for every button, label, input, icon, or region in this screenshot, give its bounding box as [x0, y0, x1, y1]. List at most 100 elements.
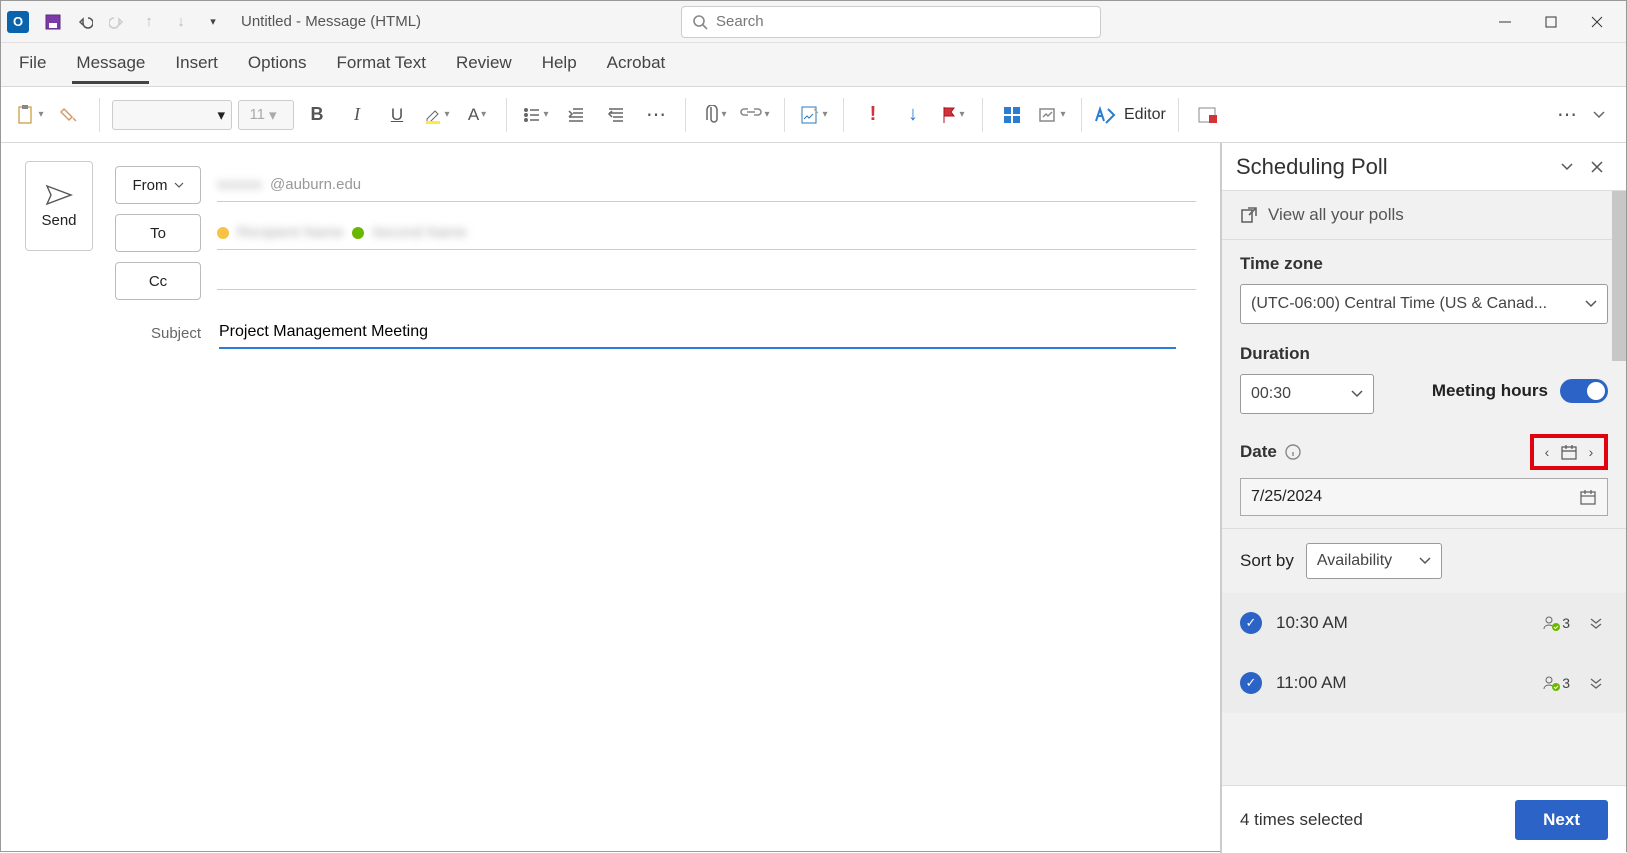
sort-by-select[interactable]: Availability [1306, 543, 1442, 579]
duration-label: Duration [1240, 344, 1374, 364]
panel-header: Scheduling Poll [1222, 143, 1626, 191]
close-button[interactable] [1574, 6, 1620, 38]
ribbon-overflow-button[interactable]: ⋯ [1550, 97, 1584, 133]
importance-high-button[interactable]: ! [856, 97, 890, 133]
panel-title: Scheduling Poll [1236, 154, 1552, 180]
apps-button[interactable] [995, 97, 1029, 133]
attendee-count: 3 [1542, 675, 1570, 691]
signature-button[interactable]: ▾ [797, 97, 831, 133]
checkmark-icon[interactable]: ✓ [1240, 612, 1262, 634]
timeslot-item[interactable]: ✓ 11:00 AM 3 [1222, 653, 1626, 713]
sort-by-label: Sort by [1240, 551, 1294, 571]
cc-button[interactable]: Cc [115, 262, 201, 300]
ribbon-toolbar: ▾ ▾ 11▾ B I U ▾ A▾ ▾ ⋯ ▾ ▾ ▾ ! ↓ ▾ ▾ Edi… [1, 87, 1626, 143]
timeslot-time: 10:30 AM [1276, 613, 1528, 633]
outlook-icon: O [7, 11, 29, 33]
compose-pane: Send From xxxxxx@auburn.edu To R [1, 143, 1220, 853]
checkmark-icon[interactable]: ✓ [1240, 672, 1262, 694]
tab-options[interactable]: Options [244, 45, 311, 84]
bullet-list-button[interactable]: ▾ [519, 97, 553, 133]
maximize-button[interactable] [1528, 6, 1574, 38]
selection-count: 4 times selected [1240, 810, 1363, 830]
tab-help[interactable]: Help [538, 45, 581, 84]
date-nav-highlight: ‹ › [1530, 434, 1608, 470]
editor-icon [1094, 105, 1116, 125]
window-title: Untitled - Message (HTML) [241, 13, 421, 30]
panel-close-button[interactable] [1582, 152, 1612, 182]
immersive-reader-button[interactable] [1191, 97, 1225, 133]
panel-footer: 4 times selected Next [1222, 785, 1626, 853]
font-size-select[interactable]: 11▾ [238, 100, 294, 130]
panel-collapse-button[interactable] [1552, 152, 1582, 182]
timeslot-list: ✓ 10:30 AM 3 ✓ 11:00 AM 3 [1222, 593, 1626, 713]
presence-away-icon [217, 227, 229, 239]
tab-insert[interactable]: Insert [171, 45, 222, 84]
expand-slot-button[interactable] [1584, 677, 1608, 689]
editor-button[interactable]: Editor [1094, 105, 1166, 125]
meeting-hours-toggle-label: Meeting hours [1432, 379, 1608, 403]
subject-input[interactable] [219, 317, 1176, 349]
bold-button[interactable]: B [300, 97, 334, 133]
ribbon-tabs: File Message Insert Options Format Text … [1, 43, 1626, 87]
view-all-polls-link[interactable]: View all your polls [1222, 191, 1626, 240]
main-area: Send From xxxxxx@auburn.edu To R [1, 143, 1626, 853]
indent-button[interactable] [599, 97, 633, 133]
format-painter-button[interactable] [53, 97, 87, 133]
title-bar: O ↑ ↓ ▾ Untitled - Message (HTML) Search [1, 1, 1626, 43]
to-button[interactable]: To [115, 214, 201, 252]
font-color-button[interactable]: A▾ [460, 97, 494, 133]
from-value: xxxxxx@auburn.edu [217, 168, 1196, 202]
from-button[interactable]: From [115, 166, 201, 204]
redo-button[interactable] [103, 8, 131, 36]
meeting-hours-toggle[interactable] [1560, 379, 1608, 403]
chevron-down-icon [1585, 300, 1597, 308]
tab-acrobat[interactable]: Acrobat [603, 45, 670, 84]
outdent-button[interactable] [559, 97, 593, 133]
tab-review[interactable]: Review [452, 45, 516, 84]
expand-slot-button[interactable] [1584, 617, 1608, 629]
attach-file-button[interactable]: ▾ [698, 97, 732, 133]
attendee-count: 3 [1542, 615, 1570, 631]
save-button[interactable] [39, 8, 67, 36]
search-input[interactable]: Search [681, 6, 1101, 38]
cc-field[interactable] [217, 273, 1196, 290]
date-input[interactable]: 7/25/2024 [1240, 478, 1608, 516]
timezone-label: Time zone [1240, 254, 1608, 274]
tab-message[interactable]: Message [72, 45, 149, 84]
minimize-button[interactable] [1482, 6, 1528, 38]
external-link-icon [1240, 206, 1258, 224]
chevron-down-icon [1419, 557, 1431, 565]
info-icon[interactable] [1285, 444, 1301, 460]
today-icon[interactable] [1560, 444, 1578, 460]
date-prev-button[interactable]: ‹ [1538, 441, 1556, 463]
italic-button[interactable]: I [340, 97, 374, 133]
search-icon [692, 14, 708, 30]
ribbon-collapse-button[interactable] [1584, 100, 1614, 130]
font-name-select[interactable]: ▾ [112, 100, 232, 130]
viva-insights-button[interactable]: ▾ [1035, 97, 1069, 133]
underline-button[interactable]: U [380, 97, 414, 133]
to-field[interactable]: Recipient Name Second Name [217, 216, 1196, 250]
next-button[interactable]: Next [1515, 800, 1608, 840]
tab-format-text[interactable]: Format Text [333, 45, 430, 84]
timeslot-item[interactable]: ✓ 10:30 AM 3 [1222, 593, 1626, 653]
link-button[interactable]: ▾ [738, 97, 772, 133]
qat-customize-button[interactable]: ▾ [199, 8, 227, 36]
more-formatting-button[interactable]: ⋯ [639, 97, 673, 133]
date-next-button[interactable]: › [1582, 441, 1600, 463]
follow-up-button[interactable]: ▾ [936, 97, 970, 133]
scrollbar[interactable] [1612, 191, 1626, 361]
undo-button[interactable] [71, 8, 99, 36]
paste-button[interactable]: ▾ [13, 97, 47, 133]
next-item-button[interactable]: ↓ [167, 8, 195, 36]
duration-select[interactable]: 00:30 [1240, 374, 1374, 414]
send-button[interactable]: Send [25, 161, 93, 251]
calendar-icon [1579, 488, 1597, 506]
prev-item-button[interactable]: ↑ [135, 8, 163, 36]
highlight-button[interactable]: ▾ [420, 97, 454, 133]
subject-label: Subject [133, 325, 219, 342]
timezone-select[interactable]: (UTC-06:00) Central Time (US & Canad... [1240, 284, 1608, 324]
tab-file[interactable]: File [15, 45, 50, 84]
importance-low-button[interactable]: ↓ [896, 97, 930, 133]
timeslot-time: 11:00 AM [1276, 673, 1528, 693]
